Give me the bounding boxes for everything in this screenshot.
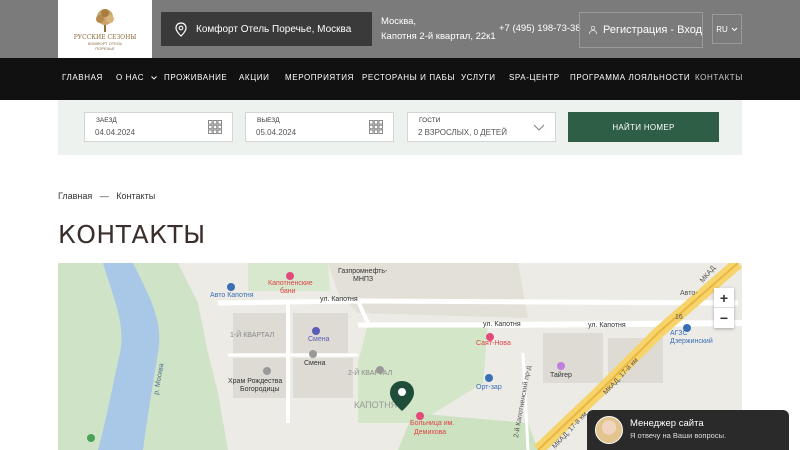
map-label-kvartal-1: 1-Й КВАРТАЛ bbox=[230, 330, 275, 339]
nav-item-promotions[interactable]: АКЦИИ bbox=[239, 73, 269, 82]
main-navigation: ГЛАВНАЯ О НАС ПРОЖИВАНИЕ АКЦИИ МЕРОПРИЯТ… bbox=[0, 58, 800, 100]
shop-icon bbox=[312, 327, 320, 335]
church-icon bbox=[263, 367, 271, 375]
address-line-1: Москва, bbox=[381, 16, 417, 27]
checkout-field[interactable]: ВЫЕЗД 05.04.2024 bbox=[245, 112, 394, 142]
map-label-bani-2: бани bbox=[280, 287, 296, 295]
store-icon bbox=[557, 362, 565, 370]
nav-item-accommodation[interactable]: ПРОЖИВАНИЕ bbox=[164, 73, 227, 82]
user-icon bbox=[589, 25, 597, 35]
map-label-smena-1: Смена bbox=[308, 336, 330, 343]
checkin-label: ЗАЕЗД bbox=[96, 117, 117, 124]
language-label: RU bbox=[716, 24, 728, 34]
map-label-agzs-2: Дзержинский bbox=[670, 337, 713, 345]
nav-item-loyalty[interactable]: ПРОГРАММА ЛОЯЛЬНОСТИ bbox=[570, 73, 690, 82]
map-label-road-number: 16 bbox=[675, 314, 683, 321]
chat-widget[interactable]: Менеджер сайта Я отвечу на Ваши вопросы. bbox=[587, 410, 789, 450]
map-label-mnpz: МНПЗ bbox=[353, 276, 373, 283]
gas-station-icon bbox=[683, 324, 691, 332]
map-label-orm: Орт-зар bbox=[476, 384, 502, 391]
login-button[interactable]: Регистрация - Вход bbox=[579, 12, 703, 48]
map-label-kvartal-2: 2-Й КВАРТАЛ bbox=[348, 368, 393, 377]
address-line-2: Капотня 2-й квартал, 22к1 bbox=[381, 31, 496, 42]
location-pin-icon bbox=[175, 21, 187, 37]
calendar-icon bbox=[208, 120, 222, 134]
map-label-sayat: Саят-Нова bbox=[476, 340, 511, 347]
building-icon bbox=[376, 366, 384, 374]
nav-item-contacts[interactable]: КОНТАКТЫ bbox=[695, 73, 743, 82]
nav-item-spa[interactable]: SPA-ЦЕНТР bbox=[509, 73, 560, 82]
map-label-church-1: Храм Рождества bbox=[228, 378, 282, 385]
hotel-address: Москва, Капотня 2-й квартал, 22к1 bbox=[381, 14, 496, 44]
map-label-hospital-2: Демихова bbox=[414, 429, 446, 436]
park-icon bbox=[87, 434, 95, 442]
login-label: Регистрация - Вход bbox=[603, 24, 702, 36]
map-label-kapotnya: КАПОТНЯ bbox=[354, 400, 397, 410]
chat-title: Менеджер сайта bbox=[630, 418, 704, 429]
nav-item-home[interactable]: ГЛАВНАЯ bbox=[62, 73, 103, 82]
breadcrumb-current: Контакты bbox=[116, 191, 156, 201]
map-label-church-2: Богородицы bbox=[240, 386, 279, 393]
breadcrumb-home[interactable]: Главная bbox=[58, 191, 92, 201]
tree-logo-icon bbox=[96, 8, 114, 32]
nav-item-events[interactable]: МЕРОПРИЯТИЯ bbox=[285, 73, 354, 82]
store-icon bbox=[485, 374, 493, 382]
zoom-out-button[interactable]: − bbox=[714, 308, 734, 328]
map-label-tayger: Тайгер bbox=[550, 371, 572, 379]
map-label-bani-1: Капотненские bbox=[268, 280, 313, 287]
nav-item-about[interactable]: О НАС bbox=[116, 73, 157, 82]
checkout-label: ВЫЕЗД bbox=[257, 117, 280, 124]
nav-item-restaurants[interactable]: РЕСТОРАНЫ И ПАБЫ bbox=[362, 73, 455, 82]
shop-icon bbox=[309, 350, 317, 358]
chevron-down-icon bbox=[151, 76, 157, 80]
manager-avatar bbox=[595, 416, 623, 444]
bath-icon bbox=[286, 272, 294, 280]
map-zoom-controls: + − bbox=[714, 288, 734, 328]
chat-subtitle: Я отвечу на Ваши вопросы. bbox=[630, 431, 727, 440]
hotel-logo[interactable]: РУССКИЕ СЕЗОНЫ КОМФОРТ ОТЕЛЬ ПОРЕЧЬЕ bbox=[58, 0, 152, 58]
map-label-street-1: ул. Капотня bbox=[320, 296, 358, 303]
map-label-smena-2: Смена bbox=[304, 360, 326, 367]
checkout-value: 05.04.2024 bbox=[256, 128, 297, 137]
zoom-in-button[interactable]: + bbox=[714, 288, 734, 308]
chevron-down-icon bbox=[731, 27, 738, 31]
checkin-field[interactable]: ЗАЕЗД 04.04.2024 bbox=[84, 112, 233, 142]
map-label-gazprom: Газпромнефть- bbox=[338, 268, 388, 275]
guests-label: ГОСТИ bbox=[419, 117, 441, 124]
breadcrumb-separator: — bbox=[99, 191, 109, 201]
guests-field[interactable]: ГОСТИ 2 ВЗРОСЛЫХ, 0 ДЕТЕЙ bbox=[407, 112, 556, 142]
language-selector[interactable]: RU bbox=[712, 14, 742, 44]
hotel-selector-label: Комфорт Отель Поречье, Москва bbox=[196, 23, 352, 35]
checkin-value: 04.04.2024 bbox=[95, 128, 136, 137]
breadcrumb: Главная — Контакты bbox=[58, 191, 160, 201]
logo-place: ПОРЕЧЬЕ bbox=[95, 45, 115, 51]
map-label-street-2: ул. Капотня bbox=[483, 321, 521, 328]
nav-item-services[interactable]: УСЛУГИ bbox=[461, 73, 496, 82]
logo-title: РУССКИЕ СЕЗОНЫ bbox=[73, 33, 137, 41]
page-title: КОНТАКТЫ bbox=[58, 220, 206, 249]
map-label-auto-kapotnya: Авто Капотня bbox=[210, 292, 254, 299]
map-label-avto-right: Авто- bbox=[680, 290, 698, 297]
phone-link[interactable]: +7 (495) 198-73-38 bbox=[499, 23, 581, 34]
find-room-button[interactable]: НАЙТИ НОМЕР bbox=[568, 112, 719, 142]
restaurant-icon bbox=[486, 333, 494, 341]
calendar-icon bbox=[369, 120, 383, 134]
map-label-street-3: ул. Капотня bbox=[588, 322, 626, 329]
hotel-selector[interactable]: Комфорт Отель Поречье, Москва bbox=[161, 12, 372, 46]
map-label-hospital-1: Больница им. bbox=[410, 420, 454, 427]
hospital-icon bbox=[416, 412, 424, 420]
nav-item-about-label: О НАС bbox=[116, 73, 145, 82]
car-service-icon bbox=[227, 283, 235, 291]
chevron-down-icon bbox=[533, 124, 545, 131]
guests-value: 2 ВЗРОСЛЫХ, 0 ДЕТЕЙ bbox=[418, 128, 507, 137]
